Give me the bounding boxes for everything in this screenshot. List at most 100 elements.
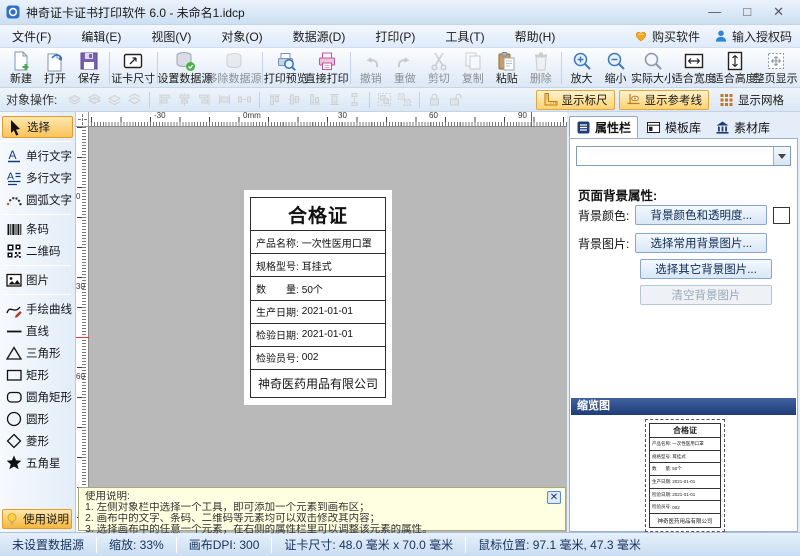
save-button[interactable]: 保存 [72, 49, 106, 87]
fit-width-button[interactable]: 适合宽度 [673, 49, 714, 87]
print-preview-button[interactable]: 打印预览 [265, 49, 306, 87]
usage-help-button[interactable]: 使用说明 [2, 509, 72, 529]
application-window: 神奇证卡证书打印软件 6.0 - 未命名1.idcp — □ ✕ 文件(F) 编… [0, 0, 800, 556]
open-button[interactable]: 打开 [38, 49, 72, 87]
choose-common-background-button[interactable]: 选择常用背景图片... [635, 233, 767, 253]
menu-object[interactable]: 对象(O) [219, 26, 264, 47]
enter-license-link[interactable]: 输入授权码 [714, 28, 792, 45]
design-canvas[interactable]: 合格证 产品名称:一次性医用口罩 规格型号:耳挂式 数 量:50个 生产日期:2… [89, 127, 567, 532]
tool-circle[interactable]: 圆形 [2, 408, 73, 430]
tool-image[interactable]: 图片 [2, 269, 73, 291]
ungroup-icon[interactable] [396, 91, 413, 108]
cut-button[interactable]: 剪切 [422, 49, 456, 87]
bring-to-front-icon[interactable] [66, 91, 83, 108]
certificate-row[interactable]: 检验员号:002 [251, 347, 385, 370]
direct-print-button[interactable]: 直接打印 [306, 49, 347, 87]
same-height-icon[interactable] [326, 91, 343, 108]
tool-star[interactable]: 五角星 [2, 452, 73, 474]
certificate-table[interactable]: 合格证 产品名称:一次性医用口罩 规格型号:耳挂式 数 量:50个 生产日期:2… [250, 197, 386, 398]
background-color-button[interactable]: 背景颜色和透明度... [635, 205, 767, 225]
certificate-footer[interactable]: 神奇医药用品有限公司 [251, 370, 385, 397]
tool-rectangle[interactable]: 矩形 [2, 364, 73, 386]
certificate-row[interactable]: 生产日期:2021-01-01 [251, 301, 385, 324]
align-top-icon[interactable] [266, 91, 283, 108]
align-left-icon[interactable] [156, 91, 173, 108]
vertical-ruler[interactable]: 0 30 60 [76, 127, 89, 532]
tool-qrcode[interactable]: 二维码 [2, 240, 73, 262]
fit-height-button[interactable]: 适合高度 [714, 49, 755, 87]
tool-line[interactable]: 直线 [2, 320, 73, 342]
tool-arc-text[interactable]: 圆弧文字 [2, 189, 73, 211]
certificate-row[interactable]: 规格型号:耳挂式 [251, 254, 385, 277]
card-size-button[interactable]: 证卡尺寸 [113, 49, 154, 87]
tab-templates[interactable]: 模板库 [640, 116, 707, 138]
new-button[interactable]: 新建 [4, 49, 38, 87]
element-selector-dropdown[interactable] [576, 146, 791, 166]
tab-properties[interactable]: 属性栏 [569, 116, 638, 138]
tool-barcode[interactable]: 条码 [2, 218, 73, 240]
show-ruler-toggle[interactable]: 显示标尺 [536, 90, 615, 110]
lock-icon[interactable] [426, 91, 443, 108]
guide-line-icon [626, 92, 641, 107]
menu-edit[interactable]: 编辑(E) [79, 26, 123, 47]
clear-background-button[interactable]: 清空背景图片 [640, 285, 772, 305]
certificate-row[interactable]: 产品名称:一次性医用口罩 [251, 231, 385, 254]
close-button[interactable]: ✕ [773, 2, 784, 22]
menu-print[interactable]: 打印(P) [373, 26, 417, 47]
zoom-out-button[interactable]: 缩小 [599, 49, 633, 87]
horizontal-ruler[interactable]: -30 0mm 30 60 90 [89, 112, 567, 127]
arc-text-icon [5, 191, 23, 209]
minimize-button[interactable]: — [708, 2, 721, 22]
zoom-in-button[interactable]: 放大 [565, 49, 599, 87]
whole-page-button[interactable]: 整页显示 [755, 49, 796, 87]
set-datasource-button[interactable]: 设置数据源 [160, 49, 209, 87]
tool-multi-line-text[interactable]: A 多行文字 [2, 167, 73, 189]
choose-other-background-button[interactable]: 选择其它背景图片... [640, 259, 772, 279]
align-center-horizontal-icon[interactable] [176, 91, 193, 108]
certificate-page[interactable]: 合格证 产品名称:一次性医用口罩 规格型号:耳挂式 数 量:50个 生产日期:2… [244, 190, 392, 405]
menu-view[interactable]: 视图(V) [149, 26, 193, 47]
hruler-label: 90 [518, 112, 527, 120]
tool-triangle[interactable]: 三角形 [2, 342, 73, 364]
tool-rounded-rectangle[interactable]: 圆角矩形 [2, 386, 73, 408]
show-guides-toggle[interactable]: 显示参考线 [619, 90, 710, 110]
tool-select[interactable]: 选择 [2, 116, 73, 138]
align-middle-vertical-icon[interactable] [286, 91, 303, 108]
menu-tools[interactable]: 工具(T) [443, 26, 486, 47]
certificate-row[interactable]: 数 量:50个 [251, 277, 385, 300]
tool-diamond[interactable]: 菱形 [2, 430, 73, 452]
horizontal-spacing-icon[interactable] [236, 91, 253, 108]
delete-button[interactable]: 删除 [524, 49, 558, 87]
align-right-icon[interactable] [196, 91, 213, 108]
send-to-back-icon[interactable] [86, 91, 103, 108]
tab-materials[interactable]: 素材库 [709, 116, 776, 138]
tool-single-line-text[interactable]: A 单行文字 [2, 145, 73, 167]
buy-software-link[interactable]: 购买软件 [634, 28, 700, 45]
redo-button[interactable]: 重做 [388, 49, 422, 87]
send-backward-icon[interactable] [126, 91, 143, 108]
menu-help[interactable]: 帮助(H) [513, 26, 558, 47]
page-thumbnail[interactable]: 合格证 产品名称:一次性医用口罩 规格型号:耳挂式 数 量:50个 生产日期:2… [645, 419, 725, 532]
certificate-title[interactable]: 合格证 [251, 198, 385, 231]
paste-button[interactable]: 粘贴 [490, 49, 524, 87]
certificate-row[interactable]: 检验日期:2021-01-01 [251, 324, 385, 347]
tool-freehand-curve[interactable]: 手绘曲线 [2, 298, 73, 320]
help-close-icon[interactable]: ✕ [547, 491, 561, 504]
background-color-swatch[interactable] [773, 207, 790, 224]
menu-datasource[interactable]: 数据源(D) [291, 26, 348, 47]
bring-forward-icon[interactable] [106, 91, 123, 108]
star-icon [5, 454, 23, 472]
unlock-icon[interactable] [446, 91, 463, 108]
undo-button[interactable]: 撤销 [354, 49, 388, 87]
align-bottom-icon[interactable] [306, 91, 323, 108]
maximize-button[interactable]: □ [743, 2, 751, 22]
group-icon[interactable] [376, 91, 393, 108]
remove-datasource-button[interactable]: 移除数据源 [209, 49, 258, 87]
show-grid-toggle[interactable]: 显示网格 [713, 90, 790, 110]
actual-size-button[interactable]: 实际大小 [633, 49, 674, 87]
vertical-spacing-icon[interactable] [346, 91, 363, 108]
copy-button[interactable]: 复制 [456, 49, 490, 87]
menu-file[interactable]: 文件(F) [10, 26, 53, 47]
same-width-icon[interactable] [216, 91, 233, 108]
chevron-down-icon[interactable] [773, 147, 790, 165]
